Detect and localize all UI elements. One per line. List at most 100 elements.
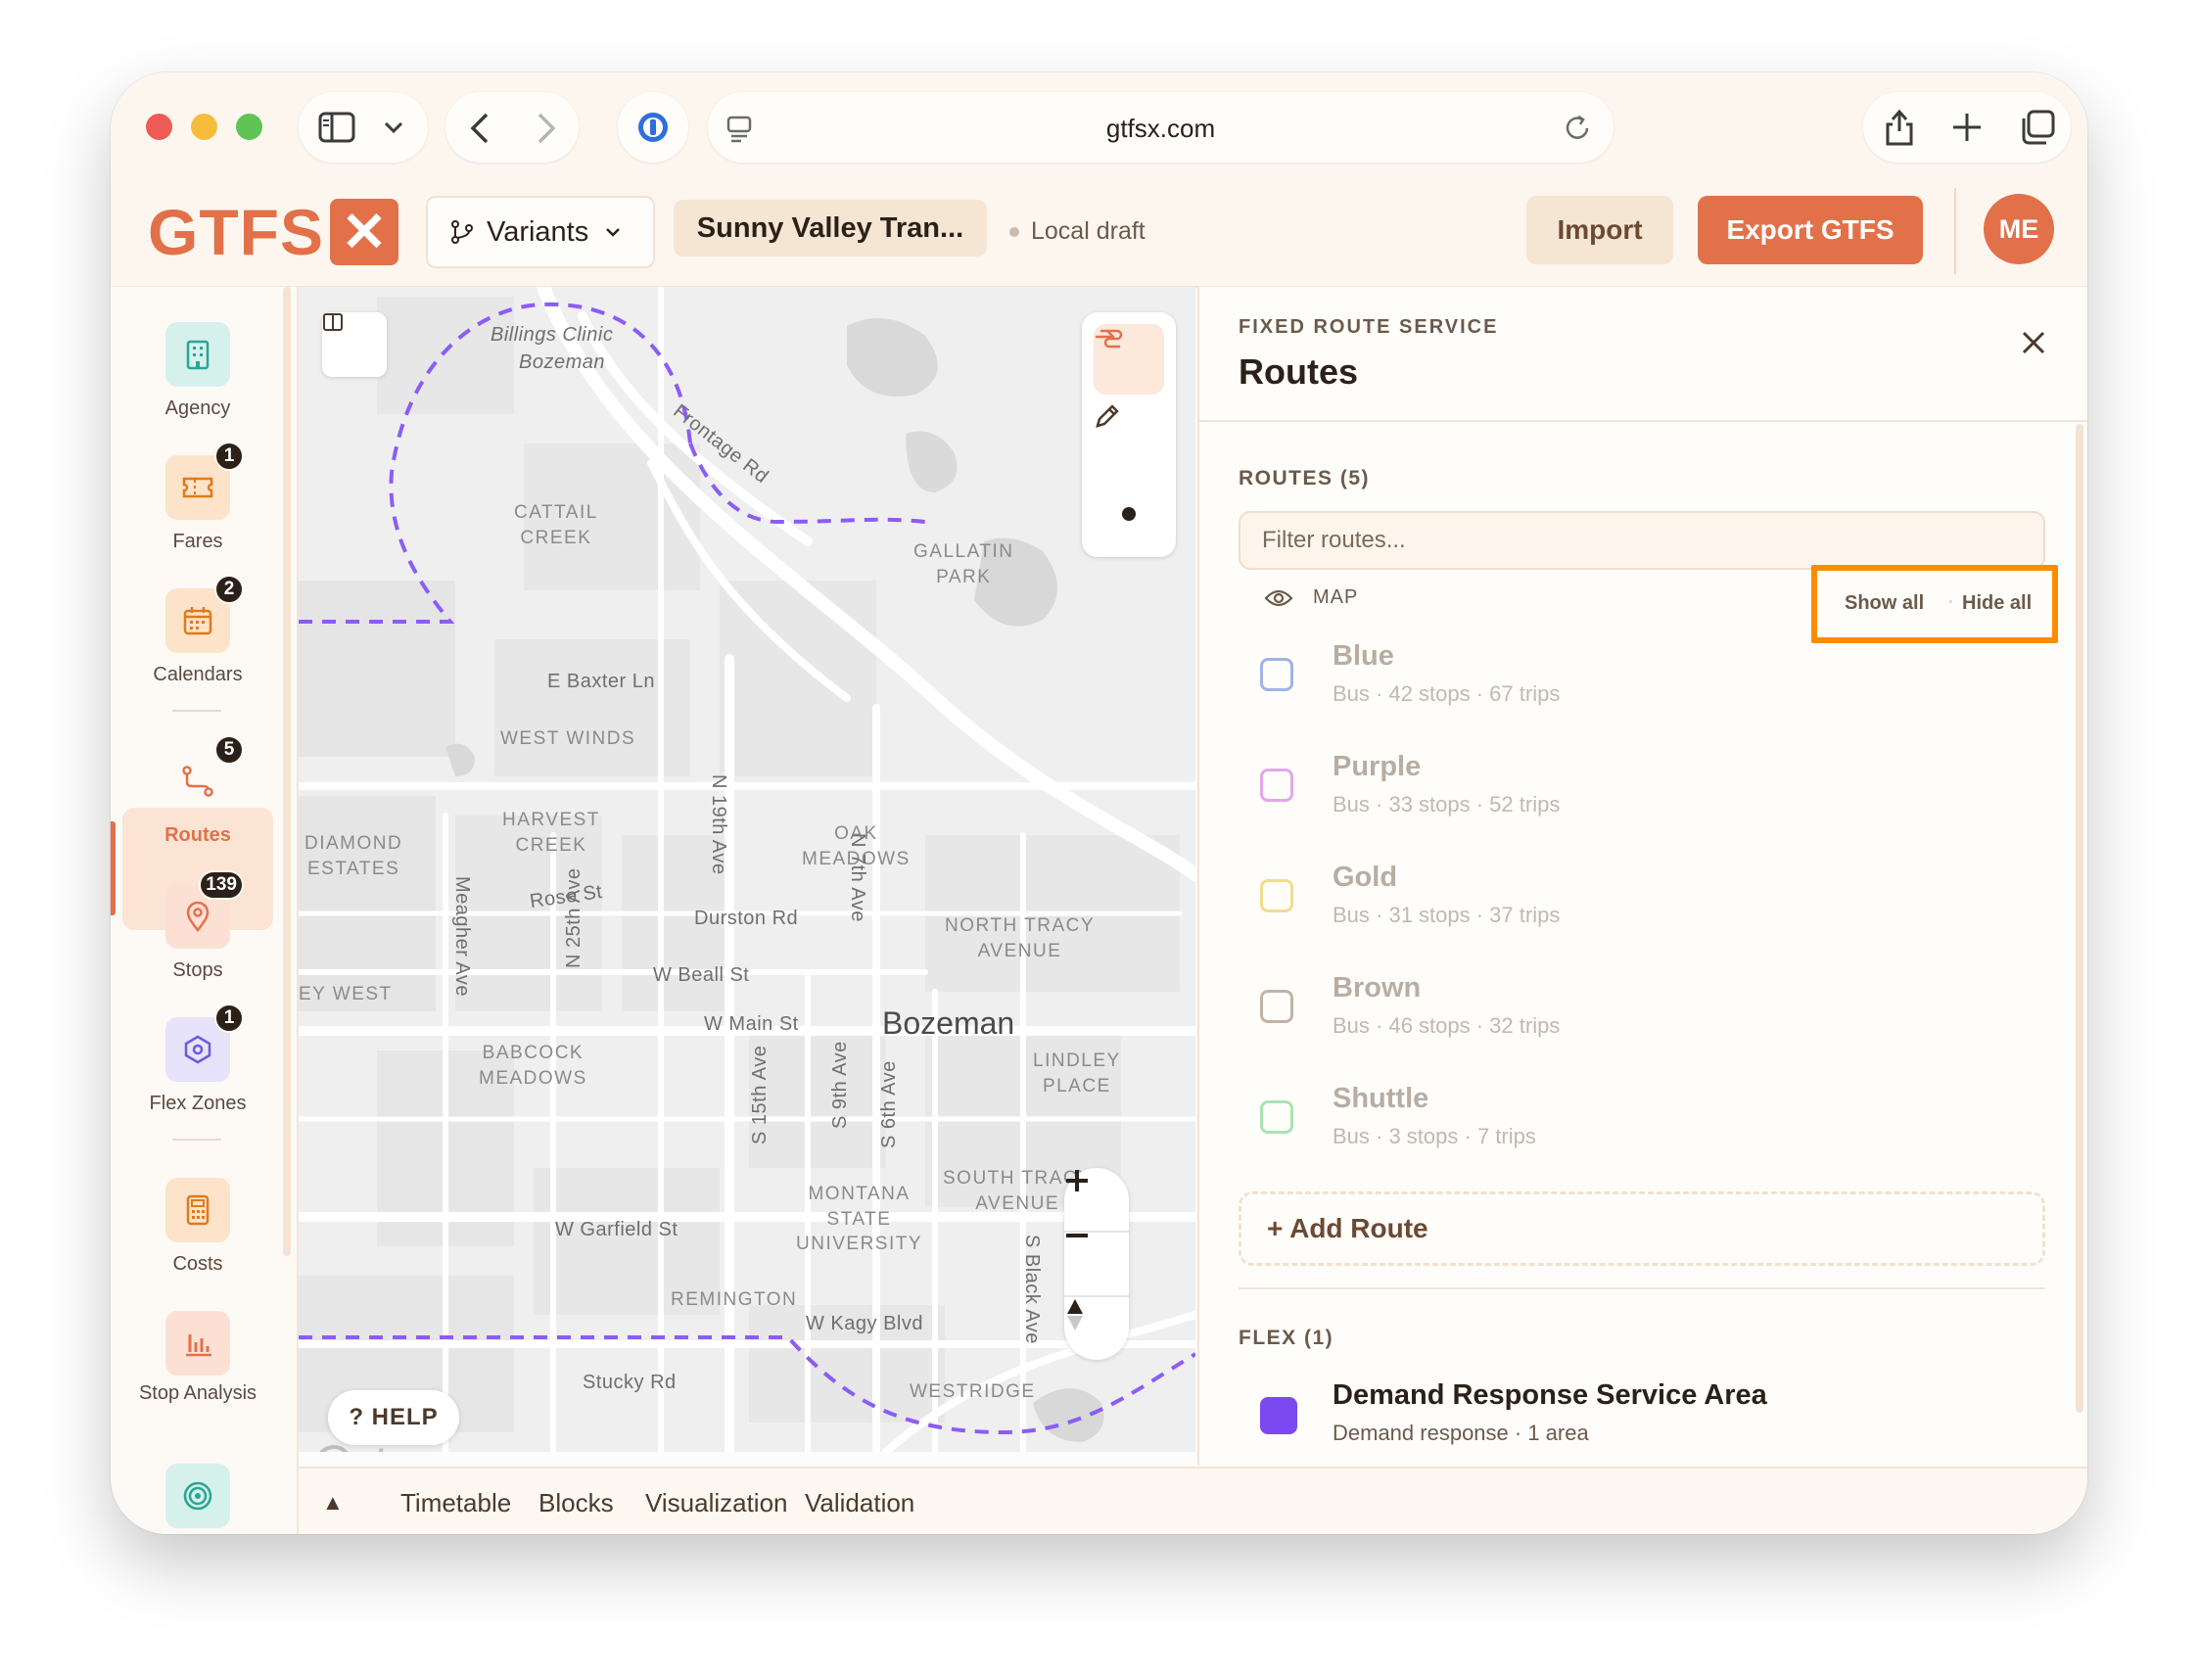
route-item[interactable]: Shuttle Bus · 3 stops · 7 trips xyxy=(1239,1083,2041,1171)
sidebar-item-calendars[interactable]: 2 Calendars xyxy=(122,575,273,686)
back-arrow-icon[interactable] xyxy=(469,112,491,145)
new-tab-icon[interactable] xyxy=(1951,112,1983,143)
help-button[interactable]: ? HELP xyxy=(328,1390,459,1445)
minimize-window-button[interactable] xyxy=(191,114,217,140)
sidebar-divider xyxy=(172,710,221,712)
tab-visualization[interactable]: Visualization xyxy=(645,1488,788,1518)
header-divider xyxy=(1954,188,1956,274)
draft-status: Local draft xyxy=(1009,217,1146,246)
route-visibility-checkbox[interactable] xyxy=(1260,990,1293,1023)
tab-overview-icon[interactable] xyxy=(2020,110,2055,145)
flex-zone-visibility-checkbox[interactable] xyxy=(1260,1397,1297,1434)
route-visibility-checkbox[interactable] xyxy=(1260,1100,1293,1134)
forward-arrow-icon[interactable] xyxy=(536,112,557,145)
routes-section-heading: ROUTES (5) xyxy=(1239,467,1371,490)
sidebar-toggle-icon[interactable] xyxy=(318,112,355,143)
route-meta: Bus · 3 stops · 7 trips xyxy=(1333,1124,1536,1148)
user-avatar[interactable]: ME xyxy=(1984,194,2054,264)
calculator-icon xyxy=(165,1178,230,1242)
variants-button[interactable]: Variants xyxy=(426,196,655,268)
tab-validation[interactable]: Validation xyxy=(805,1488,914,1518)
sidebar-divider xyxy=(172,1139,221,1141)
close-window-button[interactable] xyxy=(146,114,172,140)
map-label: W Kagy Blvd xyxy=(806,1313,923,1334)
share-icon[interactable] xyxy=(1883,108,1916,147)
expand-panel-icon[interactable]: ▲ xyxy=(322,1490,344,1516)
filter-routes-input[interactable]: Filter routes... xyxy=(1239,511,2045,570)
eye-icon xyxy=(1264,589,1293,606)
map-label: WESTRIDGE xyxy=(910,1381,1036,1402)
show-all-button[interactable]: Show all xyxy=(1845,592,1924,615)
zoom-out-button[interactable] xyxy=(1064,1233,1129,1295)
map-label: Billings Clinic xyxy=(491,324,614,346)
sidebar-toggle-group[interactable] xyxy=(299,92,428,163)
mapbox-attribution[interactable]: mapbox xyxy=(314,1444,427,1452)
panel-kicker: FIXED ROUTE SERVICE xyxy=(1239,316,1499,338)
pan-tool-button[interactable] xyxy=(1094,324,1164,395)
sidebar-item-stops[interactable]: 139 Stops xyxy=(122,870,273,982)
app-header: GTFS ✕ Variants Sunny Valley Tran... Loc… xyxy=(111,176,2087,288)
bottom-tab-bar: ▲ Timetable Blocks Visualization Validat… xyxy=(299,1467,2087,1534)
variants-label: Variants xyxy=(487,215,589,248)
sidebar-item-routes[interactable]: 5 Routes xyxy=(122,735,273,847)
mapbox-logo-icon xyxy=(319,1445,349,1452)
sidebar-item-target[interactable] xyxy=(122,1464,273,1528)
tab-timetable[interactable]: Timetable xyxy=(400,1488,511,1518)
map-label: Meagher Ave xyxy=(451,876,473,997)
export-gtfs-button[interactable]: Export GTFS xyxy=(1698,196,1923,264)
panel-scrollbar[interactable] xyxy=(2076,424,2083,1413)
chevron-down-icon[interactable] xyxy=(383,119,404,135)
import-button[interactable]: Import xyxy=(1526,196,1673,264)
add-route-button[interactable]: + Add Route xyxy=(1239,1191,2045,1266)
minus-icon xyxy=(1066,1234,1088,1237)
point-tool-button[interactable] xyxy=(1094,479,1164,549)
sidebar-active-indicator xyxy=(111,821,116,915)
route-item[interactable]: Blue Bus · 42 stops · 67 trips xyxy=(1239,640,2041,728)
password-manager-button[interactable] xyxy=(618,92,688,163)
browser-toolbar: gtfsx.com xyxy=(111,72,2087,176)
route-visibility-checkbox[interactable] xyxy=(1260,769,1293,802)
close-panel-button[interactable] xyxy=(2020,322,2047,366)
draw-tool-button[interactable] xyxy=(1094,402,1164,473)
zoom-in-button[interactable] xyxy=(1064,1168,1129,1231)
draft-status-label: Local draft xyxy=(1031,217,1146,245)
sidebar-item-fares[interactable]: 1 Fares xyxy=(122,442,273,553)
agency-selector-button[interactable]: Sunny Valley Tran... xyxy=(674,200,987,257)
point-icon xyxy=(1122,507,1136,521)
map-label: N 25th Ave xyxy=(563,867,585,968)
logo-wordmark: GTFS xyxy=(148,196,324,268)
pencil-icon xyxy=(1096,404,1119,428)
reload-icon[interactable] xyxy=(1563,114,1592,143)
sidebar-item-flex-zones[interactable]: 1 Flex Zones xyxy=(122,1003,273,1115)
history-nav-group xyxy=(445,92,579,163)
address-bar[interactable]: gtfsx.com xyxy=(708,92,1614,163)
flex-zone-name[interactable]: Demand Response Service Area xyxy=(1333,1379,1767,1412)
route-meta: Bus · 31 stops · 37 trips xyxy=(1333,903,1561,927)
route-item[interactable]: Purple Bus · 33 stops · 52 trips xyxy=(1239,751,2041,839)
route-item[interactable]: Brown Bus · 46 stops · 32 trips xyxy=(1239,972,2041,1060)
panel-title: Routes xyxy=(1239,351,1359,392)
route-visibility-checkbox[interactable] xyxy=(1260,879,1293,912)
sidebar-item-costs[interactable]: Costs xyxy=(122,1178,273,1276)
route-name: Purple xyxy=(1333,751,1422,782)
hide-all-button[interactable]: Hide all xyxy=(1962,592,2032,615)
map-pin-icon: 139 xyxy=(165,870,244,949)
close-icon xyxy=(2022,331,2045,354)
layers-toggle-button[interactable] xyxy=(322,312,387,377)
route-visibility-checkbox[interactable] xyxy=(1260,658,1293,691)
tab-blocks[interactable]: Blocks xyxy=(538,1488,614,1518)
sidebar-scrollbar[interactable] xyxy=(283,287,291,1256)
map-canvas[interactable]: Billings Clinic Bozeman Frontage Rd CATT… xyxy=(299,287,1195,1452)
sidebar-item-stop-analysis[interactable]: Stop Analysis xyxy=(122,1311,273,1405)
bar-chart-icon xyxy=(165,1311,230,1376)
reset-bearing-button[interactable] xyxy=(1064,1297,1129,1360)
map-label: HARVEST CREEK xyxy=(502,810,600,856)
sidebar-item-label: Routes xyxy=(164,824,231,846)
route-meta: Bus · 46 stops · 32 trips xyxy=(1333,1013,1561,1038)
compass-icon xyxy=(1067,1299,1083,1330)
maximize-window-button[interactable] xyxy=(236,114,262,140)
sidebar-item-agency[interactable]: Agency xyxy=(122,322,273,420)
gtfsx-logo[interactable]: GTFS ✕ xyxy=(148,196,398,268)
route-item[interactable]: Gold Bus · 31 stops · 37 trips xyxy=(1239,862,2041,950)
flex-zones-count-badge: 1 xyxy=(214,1003,244,1033)
